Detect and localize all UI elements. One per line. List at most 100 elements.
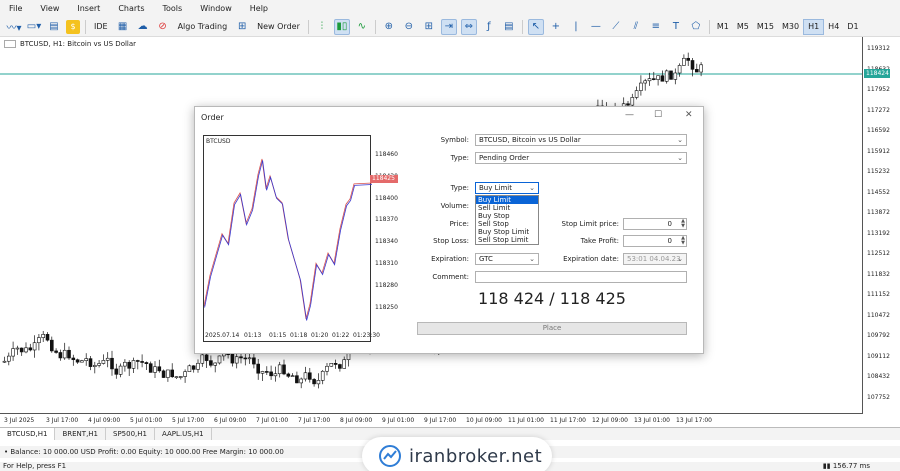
- option-sell-limit[interactable]: Sell Limit: [476, 204, 538, 212]
- candle-body: [213, 362, 217, 366]
- price-label: 117272: [867, 106, 890, 114]
- close-icon[interactable]: ✕: [685, 110, 693, 120]
- symbol-select[interactable]: BTCUSD, Bitcoin vs US Dollar ⌄: [475, 134, 687, 146]
- chart-type-icon[interactable]: 〰▾: [6, 19, 22, 35]
- time-label: 10 Jul 09:00: [466, 417, 502, 424]
- tick-chart: BTCUSD: [203, 135, 372, 342]
- candle-body: [118, 365, 123, 375]
- candle-body: [28, 347, 33, 351]
- tick-time-label: 01:20: [311, 332, 329, 339]
- chart-shift-icon[interactable]: ⇔: [460, 18, 477, 35]
- tab-aapl[interactable]: AAPL.US,H1: [155, 428, 212, 440]
- toolbar-separator: [374, 19, 376, 34]
- indicators-icon[interactable]: ƒ: [481, 19, 497, 35]
- place-button[interactable]: Place: [417, 322, 687, 335]
- option-buy-stop[interactable]: Buy Stop: [476, 212, 538, 220]
- cloud-icon[interactable]: ☁: [135, 19, 151, 35]
- timeframe-m30[interactable]: M30: [778, 19, 803, 35]
- toolbar-separator: [521, 19, 523, 34]
- candle-body: [277, 364, 282, 375]
- timeframe-h4[interactable]: H4: [824, 19, 843, 35]
- shapes-icon[interactable]: ⬠: [688, 19, 704, 35]
- timeframe-h1[interactable]: H1: [803, 18, 825, 35]
- templates-icon[interactable]: ▭▾: [26, 19, 42, 35]
- comment-input[interactable]: [475, 271, 687, 283]
- menu-file[interactable]: File: [0, 4, 31, 13]
- candle-body: [88, 358, 93, 367]
- candlestick-icon[interactable]: ▮▯: [333, 18, 350, 35]
- candle-body: [690, 60, 695, 70]
- candle-body: [312, 379, 316, 385]
- spinner-icon[interactable]: ▲ ▼: [681, 219, 685, 229]
- menu-charts[interactable]: Charts: [109, 4, 153, 13]
- menu-insert[interactable]: Insert: [68, 4, 109, 13]
- bar-chart-icon[interactable]: ⫶: [314, 19, 330, 35]
- timeframe-m1[interactable]: M1: [713, 19, 733, 35]
- toolbar-separator: [85, 19, 86, 34]
- maximize-icon[interactable]: ☐: [654, 110, 662, 120]
- ide-button[interactable]: IDE: [91, 19, 111, 35]
- zoom-out-icon[interactable]: ⊖: [401, 19, 417, 35]
- volume-label: Volume:: [440, 202, 469, 210]
- option-sell-stop[interactable]: Sell Stop: [476, 220, 538, 228]
- tab-sp500[interactable]: SP500,H1: [106, 428, 155, 440]
- new-order-icon[interactable]: ⊞: [234, 19, 250, 35]
- order-type-select[interactable]: Buy Limit ⌄: [475, 182, 539, 194]
- fibonacci-icon[interactable]: ≡: [648, 19, 664, 35]
- take-profit-input[interactable]: 0 ▲ ▼: [623, 235, 687, 247]
- spinner-icon[interactable]: ▲ ▼: [681, 236, 685, 246]
- option-buy-limit[interactable]: Buy Limit: [476, 196, 538, 204]
- price-label: 115232: [867, 168, 890, 175]
- crosshair-icon[interactable]: +: [548, 19, 564, 35]
- price-label: 114552: [867, 188, 890, 196]
- option-sell-stop-limit[interactable]: Sell Stop Limit: [476, 236, 538, 244]
- candle-body: [187, 365, 192, 373]
- expiration-date-input: 53:01 04.04.23 ⌄: [623, 253, 687, 265]
- time-label: 5 Jul 01:00: [130, 417, 163, 424]
- timeframe-d1[interactable]: D1: [843, 19, 862, 35]
- auto-scroll-icon[interactable]: ⇥: [440, 18, 457, 35]
- vertical-line-icon[interactable]: |: [568, 19, 584, 35]
- tab-btcusd[interactable]: BTCUSD,H1: [0, 428, 56, 440]
- candle-body: [204, 354, 209, 361]
- tick-time-label: 2025.07.14: [205, 332, 240, 339]
- menu-tools[interactable]: Tools: [153, 4, 191, 13]
- algo-trading-button[interactable]: Algo Trading: [175, 19, 231, 35]
- menu-view[interactable]: View: [31, 4, 68, 13]
- grid-icon[interactable]: ⊞: [421, 19, 437, 35]
- trendline-icon[interactable]: ⟋: [608, 19, 624, 35]
- timeframe-m15[interactable]: M15: [753, 19, 778, 35]
- cursor-icon[interactable]: ↖: [527, 18, 544, 35]
- menu-help[interactable]: Help: [241, 4, 277, 13]
- templates-list-icon[interactable]: ▤: [501, 19, 517, 35]
- algo-trading-icon[interactable]: ⊘: [155, 19, 171, 35]
- expiration-select[interactable]: GTC ⌄: [475, 253, 539, 265]
- candle-body: [234, 356, 239, 364]
- new-order-button[interactable]: New Order: [254, 19, 303, 35]
- stop-limit-input[interactable]: 0 ▲ ▼: [623, 218, 687, 230]
- time-label: 4 Jul 09:00: [88, 417, 121, 424]
- zoom-in-icon[interactable]: ⊕: [381, 19, 397, 35]
- candle-body: [123, 361, 127, 367]
- text-tool-icon[interactable]: T: [668, 19, 684, 35]
- candle-body: [299, 378, 304, 384]
- time-label: 9 Jul 01:00: [382, 417, 415, 424]
- candle-body: [222, 353, 226, 357]
- line-chart-icon[interactable]: ∿: [354, 19, 370, 35]
- execution-type-select[interactable]: Pending Order ⌄: [475, 152, 687, 164]
- menu-window[interactable]: Window: [191, 4, 241, 13]
- profiles-icon[interactable]: ▤: [46, 19, 62, 35]
- symbol-label: Symbol:: [440, 136, 469, 144]
- signal-icon: ▮▮: [822, 462, 831, 470]
- minimize-icon[interactable]: —: [625, 110, 634, 120]
- tools-icon[interactable]: ▦: [115, 19, 131, 35]
- channel-icon[interactable]: ⫽: [628, 19, 644, 35]
- iranbroker-logo-icon: [379, 445, 401, 467]
- candle-body: [140, 361, 144, 363]
- new-chart-icon[interactable]: $: [66, 19, 80, 34]
- horizontal-line-icon[interactable]: —: [588, 19, 604, 35]
- timeframe-m5[interactable]: M5: [733, 19, 753, 35]
- option-buy-stop-limit[interactable]: Buy Stop Limit: [476, 228, 538, 236]
- network-latency: 156.77 ms: [832, 462, 870, 470]
- tab-brent[interactable]: BRENT,H1: [55, 428, 107, 440]
